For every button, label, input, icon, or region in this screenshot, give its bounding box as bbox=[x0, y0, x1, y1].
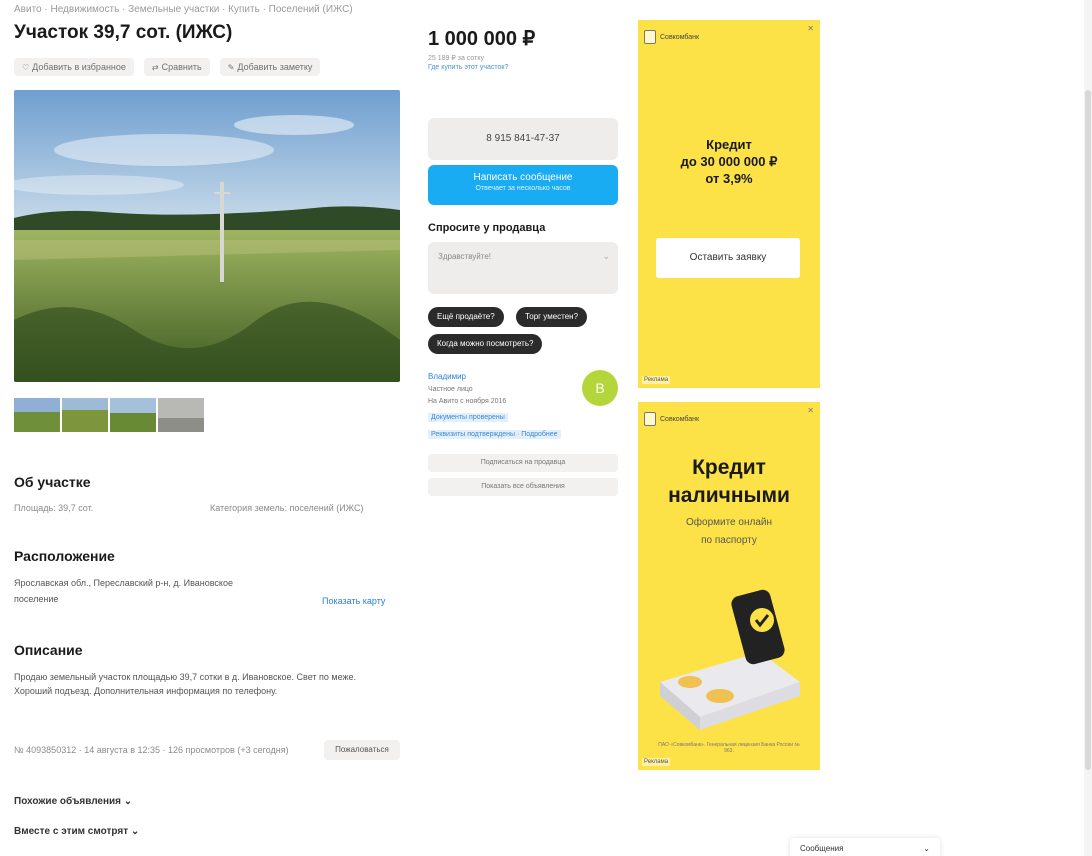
description-text: Продаю земельный участок площадью 39,7 с… bbox=[14, 672, 357, 696]
write-message-button[interactable]: Написать сообщение Отвечает за несколько… bbox=[428, 165, 618, 205]
note-label: Добавить заметку bbox=[237, 62, 313, 72]
write-message-label: Написать сообщение bbox=[473, 172, 573, 183]
heart-icon: ♡ bbox=[22, 63, 30, 72]
close-icon[interactable]: ✕ bbox=[807, 24, 814, 33]
ask-seller-placeholder: Здравствуйте! bbox=[438, 252, 492, 261]
quick-question-chip[interactable]: Когда можно посмотреть? bbox=[428, 334, 543, 354]
subscribe-seller-button[interactable]: Подписаться на продавца bbox=[428, 454, 618, 472]
thumbnail[interactable] bbox=[62, 398, 108, 432]
ad-label: Реклама bbox=[642, 376, 671, 384]
chevron-down-icon: ⌄ bbox=[123, 796, 133, 807]
report-button[interactable]: Пожаловаться bbox=[324, 740, 400, 760]
seller-verified-tag[interactable]: Документы проверены bbox=[428, 413, 508, 422]
land-category-value: Категория земель: поселений (ИЖС) bbox=[210, 503, 364, 513]
add-to-favorites-button[interactable]: ♡ Добавить в избранное bbox=[14, 58, 134, 76]
banner-ad-cash-loan[interactable]: Совкомбанк ✕ Кредит наличными Оформите о… bbox=[638, 402, 820, 770]
favorites-label: Добавить в избранное bbox=[32, 62, 126, 72]
seller-type: Частное лицо bbox=[428, 386, 473, 393]
scrollbar-thumb[interactable] bbox=[1085, 90, 1091, 770]
compare-icon: ⇄ bbox=[151, 63, 159, 72]
ad-headline-line: до 30 000 000 ₽ bbox=[680, 154, 778, 169]
show-map-link[interactable]: Показать карту bbox=[322, 596, 385, 606]
page-scrollbar[interactable] bbox=[1084, 0, 1092, 856]
price-details: 25 189 ₽ за сотку Где купить этот участо… bbox=[428, 54, 508, 72]
ad-headline-line: наличными bbox=[668, 484, 790, 507]
page-title: Участок 39,7 сот. (ИЖС) bbox=[14, 22, 233, 43]
show-phone-button[interactable]: 8 915 841-47-37 bbox=[428, 118, 618, 160]
similar-ads-label: Похожие объявления bbox=[14, 796, 122, 807]
seller-details-tag[interactable]: Реквизиты подтверждены · Подробнее bbox=[428, 430, 561, 439]
thumbnail[interactable] bbox=[14, 398, 60, 432]
ad-headline: Кредит до 30 000 000 ₽ от 3,9% bbox=[638, 136, 820, 187]
compare-label: Сравнить bbox=[161, 62, 202, 72]
listing-actions: ♡ Добавить в избранное ⇄ Сравнить ✎ Добавит… bbox=[14, 58, 321, 76]
bank-logo-icon bbox=[644, 412, 656, 426]
quick-question-chip[interactable]: Ещё продаёте? bbox=[428, 307, 504, 327]
breadcrumb[interactable]: Авито · Недвижимость · Земельные участки… bbox=[14, 4, 353, 15]
ad-headline: Кредит наличными bbox=[638, 454, 820, 510]
ad-brand: Совкомбанк bbox=[644, 412, 699, 426]
seller-name-link[interactable]: Владимир bbox=[428, 372, 466, 381]
add-note-button[interactable]: ✎ Добавить заметку bbox=[219, 58, 321, 76]
ad-brand-name: Совкомбанк bbox=[660, 33, 700, 41]
description-title: Описание bbox=[14, 642, 83, 658]
ad-brand: Совкомбанк bbox=[644, 30, 699, 44]
phone-illustration-icon bbox=[650, 572, 808, 737]
also-viewed-link[interactable]: Вместе с этим смотрят ⌄ bbox=[14, 826, 139, 837]
ask-seller-input[interactable]: Здравствуйте! ⌄ bbox=[428, 242, 618, 294]
thumbnail[interactable] bbox=[110, 398, 156, 432]
thumbnail[interactable] bbox=[158, 398, 204, 432]
ad-headline-line: от 3,9% bbox=[705, 171, 753, 186]
location-title: Расположение bbox=[14, 548, 115, 564]
ad-headline-line: Кредит bbox=[692, 456, 766, 479]
bank-logo-icon bbox=[644, 30, 656, 44]
ad-apply-button[interactable]: Оставить заявку bbox=[656, 238, 800, 278]
ad-meta: № 4093850312 · 14 августа в 12:35 · 126 … bbox=[14, 745, 289, 755]
ad-headline-line: Кредит bbox=[706, 137, 752, 152]
chevron-down-icon: ⌄ bbox=[130, 826, 140, 837]
district-text: поселение bbox=[14, 594, 59, 604]
chevron-down-icon: ⌄ bbox=[602, 251, 610, 261]
ad-label: Реклама bbox=[642, 758, 671, 766]
ad-subtitle-line: Оформите онлайн bbox=[686, 517, 772, 528]
price-per-unit: 25 189 ₽ за сотку bbox=[428, 55, 484, 62]
banner-ad-credit[interactable]: Совкомбанк ✕ Кредит до 30 000 000 ₽ от 3… bbox=[638, 20, 820, 388]
seller-since: На Авито с ноября 2016 bbox=[428, 398, 507, 405]
avatar[interactable]: В bbox=[582, 370, 618, 406]
similar-ads-link[interactable]: Похожие объявления ⌄ bbox=[14, 796, 132, 807]
messages-widget[interactable]: Сообщения ⌄ bbox=[790, 838, 940, 856]
area-value: Площадь: 39,7 сот. bbox=[14, 503, 94, 513]
about-title: Об участке bbox=[14, 474, 91, 490]
address-text: Ярославская обл., Переславский р-н, д. И… bbox=[14, 578, 233, 588]
quick-question-chip[interactable]: Торг уместен? bbox=[516, 307, 588, 327]
response-time-label: Отвечает за несколько часов bbox=[475, 185, 571, 192]
ask-seller-title: Спросите у продавца bbox=[428, 222, 546, 234]
all-seller-ads-button[interactable]: Показать все объявления bbox=[428, 478, 618, 496]
messages-label: Сообщения bbox=[800, 844, 844, 853]
chevron-down-icon: ⌄ bbox=[923, 844, 930, 853]
also-viewed-label: Вместе с этим смотрят bbox=[14, 826, 129, 837]
ad-subtitle-line: по паспорту bbox=[701, 535, 757, 546]
note-icon: ✎ bbox=[227, 63, 235, 72]
ad-subtitle: Оформите онлайн по паспорту bbox=[638, 514, 820, 550]
photo-thumbnails bbox=[14, 398, 204, 432]
price-info-link[interactable]: Где купить этот участок? bbox=[428, 63, 508, 72]
compare-button[interactable]: ⇄ Сравнить bbox=[143, 58, 210, 76]
ad-brand-name: Совкомбанк bbox=[660, 415, 700, 423]
ad-disclaimer: ПАО «Совкомбанк». Генеральная лицензия Б… bbox=[658, 742, 800, 754]
close-icon[interactable]: ✕ bbox=[807, 406, 814, 415]
price: 1 000 000 ₽ bbox=[428, 28, 536, 50]
main-photo[interactable] bbox=[14, 90, 400, 382]
